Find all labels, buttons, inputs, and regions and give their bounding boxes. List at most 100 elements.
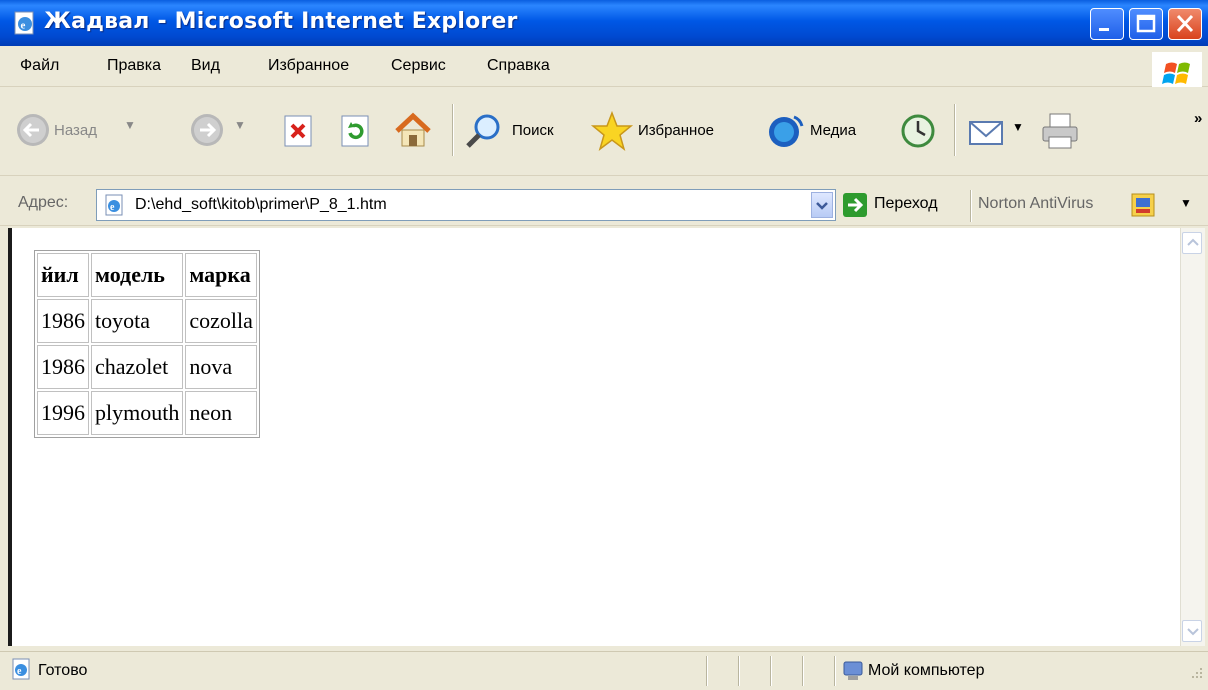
status-divider	[738, 656, 740, 686]
go-arrow-icon	[843, 193, 867, 217]
table-cell: plymouth	[91, 391, 184, 435]
table-cell: chazolet	[91, 345, 184, 389]
title-bar[interactable]: e Жадвал - Microsoft Internet Explorer	[0, 0, 1208, 46]
minimize-icon	[1099, 28, 1109, 31]
computer-icon	[842, 659, 864, 688]
mail-button[interactable]: ▼	[966, 112, 1030, 152]
menu-help[interactable]: Справка	[487, 57, 550, 75]
back-button[interactable]: Назад ▼	[14, 110, 154, 152]
table-cell: toyota	[91, 299, 184, 343]
favorites-star-icon	[590, 110, 634, 151]
scroll-up-button[interactable]	[1182, 232, 1202, 254]
window-title: Жадвал - Microsoft Internet Explorer	[44, 9, 518, 34]
back-icon	[17, 114, 49, 146]
ie-page-icon: e	[103, 194, 127, 221]
norton-label: Norton AntiVirus	[978, 195, 1094, 212]
stop-button[interactable]	[282, 113, 316, 149]
svg-text:e: e	[110, 202, 115, 213]
ie-page-icon: e	[12, 10, 38, 36]
refresh-icon	[341, 115, 369, 147]
ie-page-icon: e	[10, 658, 34, 687]
menu-tools[interactable]: Сервис	[391, 57, 446, 75]
favorites-label: Избранное	[638, 122, 715, 139]
table-cell: 1986	[37, 345, 89, 389]
maximize-button[interactable]	[1129, 8, 1163, 40]
search-button[interactable]: Поиск	[462, 110, 574, 152]
data-table: йил модель марка 1986 toyota cozolla 198…	[34, 250, 260, 438]
forward-dropdown-icon[interactable]: ▼	[234, 118, 246, 132]
svg-text:e: e	[21, 20, 26, 32]
table-cell: nova	[185, 345, 257, 389]
table-header: йил	[37, 253, 89, 297]
windows-logo	[1152, 52, 1202, 92]
mail-icon	[969, 121, 1003, 145]
history-button[interactable]	[896, 110, 940, 152]
toolbar-overflow-chevron[interactable]: »	[1194, 110, 1202, 127]
table-row: 1986 toyota cozolla	[37, 299, 257, 343]
menu-favorites[interactable]: Избранное	[268, 57, 349, 75]
go-button[interactable]: Переход	[842, 190, 962, 220]
resize-grip-icon[interactable]	[1186, 664, 1206, 690]
home-button[interactable]	[392, 110, 434, 152]
address-label: Адрес:	[18, 194, 69, 211]
chevron-up-icon	[1187, 238, 1199, 246]
scroll-down-button[interactable]	[1182, 620, 1202, 642]
media-icon	[769, 115, 804, 147]
table-cell: cozolla	[185, 299, 257, 343]
toolbar-separator	[452, 104, 454, 156]
minimize-button[interactable]	[1090, 8, 1124, 40]
back-dropdown-icon[interactable]: ▼	[124, 118, 136, 132]
browser-window: e Жадвал - Microsoft Internet Explorer Ф…	[0, 0, 1208, 690]
address-dropdown-button[interactable]	[811, 192, 833, 218]
table-cell: neon	[185, 391, 257, 435]
close-button[interactable]	[1168, 8, 1202, 40]
menu-edit[interactable]: Правка	[107, 57, 161, 75]
close-icon	[1176, 14, 1194, 33]
menu-view[interactable]: Вид	[191, 57, 220, 75]
table-cell: 1986	[37, 299, 89, 343]
status-bar	[0, 651, 1208, 690]
stop-icon	[284, 115, 312, 147]
table-header-row: йил модель марка	[37, 253, 257, 297]
norton-dropdown-icon[interactable]: ▼	[1180, 196, 1192, 210]
address-separator	[970, 190, 972, 222]
status-divider	[706, 656, 708, 686]
print-icon	[1042, 113, 1078, 149]
forward-button[interactable]: ▼	[188, 110, 260, 152]
search-label: Поиск	[512, 122, 554, 139]
svg-text:e: e	[17, 666, 22, 677]
search-icon	[466, 114, 500, 148]
windows-logo-icon	[1162, 62, 1190, 84]
address-value: D:\ehd_soft\kitob\primer\P_8_1.htm	[135, 196, 387, 213]
table-header: модель	[91, 253, 184, 297]
menu-file[interactable]: Файл	[20, 57, 59, 75]
forward-icon	[191, 114, 223, 146]
norton-antivirus-button[interactable]: Norton AntiVirus ▼	[978, 190, 1200, 220]
vertical-scrollbar[interactable]	[1180, 228, 1205, 646]
status-divider	[770, 656, 772, 686]
security-zone-label: Мой компьютер	[868, 662, 985, 679]
mail-dropdown-icon[interactable]: ▼	[1012, 120, 1024, 134]
print-button[interactable]	[1038, 110, 1084, 152]
toolbar-separator	[954, 104, 956, 156]
home-icon	[395, 112, 431, 147]
norton-icon	[1131, 193, 1155, 217]
media-button[interactable]: Медиа	[764, 110, 876, 152]
status-text: Готово	[38, 662, 88, 679]
go-label: Переход	[874, 195, 938, 212]
address-input[interactable]: e D:\ehd_soft\kitob\primer\P_8_1.htm	[96, 189, 836, 221]
status-divider	[802, 656, 804, 686]
history-icon	[901, 114, 935, 148]
back-label: Назад	[54, 122, 97, 139]
chevron-down-icon	[816, 202, 828, 210]
table-cell: 1996	[37, 391, 89, 435]
table-row: 1986 chazolet nova	[37, 345, 257, 389]
favorites-button[interactable]: Избранное	[590, 110, 750, 152]
status-divider	[834, 656, 836, 686]
table-row: 1996 plymouth neon	[37, 391, 257, 435]
refresh-button[interactable]	[339, 113, 373, 149]
table-header: марка	[185, 253, 257, 297]
maximize-icon	[1136, 14, 1156, 33]
menu-bar	[0, 46, 1208, 87]
media-label: Медиа	[810, 122, 857, 139]
